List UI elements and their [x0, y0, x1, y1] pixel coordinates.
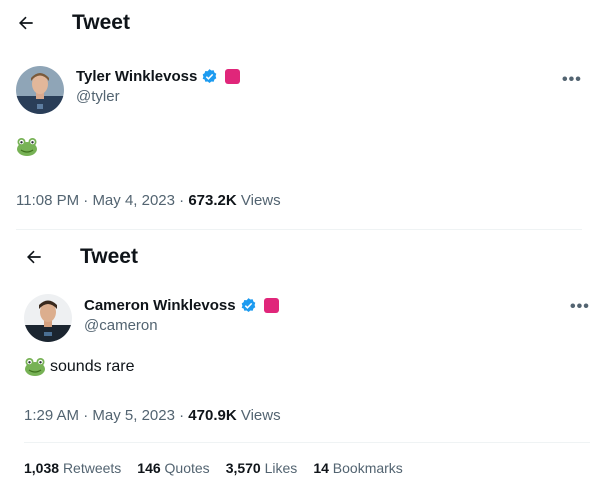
retweets-stat[interactable]: 1,038 Retweets — [24, 460, 121, 476]
likes-count: 3,570 — [225, 460, 261, 476]
divider — [16, 229, 582, 230]
divider — [24, 442, 590, 443]
verified-badge-icon — [203, 69, 217, 83]
more-options-button[interactable]: ••• — [562, 71, 582, 89]
author-name[interactable]: Cameron Winklevoss — [84, 297, 236, 314]
avatar[interactable] — [24, 294, 72, 342]
author-handle[interactable]: @tyler — [76, 88, 240, 105]
more-options-button[interactable]: ••• — [570, 298, 590, 316]
page-title: Tweet — [80, 245, 138, 268]
likes-label: Likes — [264, 460, 298, 476]
verified-badge-icon — [241, 298, 255, 312]
back-button[interactable] — [23, 246, 45, 268]
author-name[interactable]: Tyler Winklevoss — [76, 68, 197, 85]
retweets-label: Retweets — [62, 460, 122, 476]
page-title: Tweet — [72, 11, 130, 34]
pink-square-icon — [225, 69, 241, 84]
meta-separator: · — [83, 192, 89, 209]
bookmarks-stat[interactable]: 14 Bookmarks — [313, 460, 403, 476]
meta-separator: · — [179, 192, 185, 209]
tweet-text: sounds rare — [24, 357, 135, 377]
views-label: Views — [240, 192, 281, 209]
tweet-time[interactable]: 1:29 AM — [24, 407, 79, 424]
engagement-stats: 1,038 Retweets 146 Quotes 3,570 Likes 14… — [24, 460, 403, 476]
avatar[interactable] — [16, 66, 64, 114]
author-handle[interactable]: @cameron — [84, 317, 279, 334]
meta-separator: · — [179, 407, 185, 424]
meta-separator: · — [83, 407, 89, 424]
quotes-stat[interactable]: 146 Quotes — [137, 460, 209, 476]
tweet-meta: 11:08 PM · May 4, 2023 · 673.2K Views — [16, 192, 281, 209]
arrow-left-icon — [19, 16, 33, 30]
pink-square-icon — [263, 298, 279, 313]
views-count: 470.9K — [188, 407, 237, 424]
arrow-left-icon — [27, 250, 41, 264]
back-button[interactable] — [15, 12, 37, 34]
views-label: Views — [240, 407, 281, 424]
frog-emoji-icon — [25, 358, 45, 376]
likes-stat[interactable]: 3,570 Likes — [226, 460, 298, 476]
tweet-date[interactable]: May 4, 2023 — [92, 192, 175, 209]
bookmarks-count: 14 — [313, 460, 329, 476]
quotes-label: Quotes — [164, 460, 210, 476]
tweet-date[interactable]: May 5, 2023 — [92, 407, 175, 424]
tweet-time[interactable]: 11:08 PM — [16, 192, 79, 209]
tweet-text — [16, 137, 38, 162]
tweet-meta: 1:29 AM · May 5, 2023 · 470.9K Views — [24, 407, 281, 424]
views-count: 673.2K — [188, 192, 237, 209]
tweet-body: sounds rare — [50, 358, 135, 375]
quotes-count: 146 — [137, 460, 161, 476]
frog-emoji-icon — [17, 138, 37, 156]
bookmarks-label: Bookmarks — [332, 460, 403, 476]
retweets-count: 1,038 — [24, 460, 60, 476]
